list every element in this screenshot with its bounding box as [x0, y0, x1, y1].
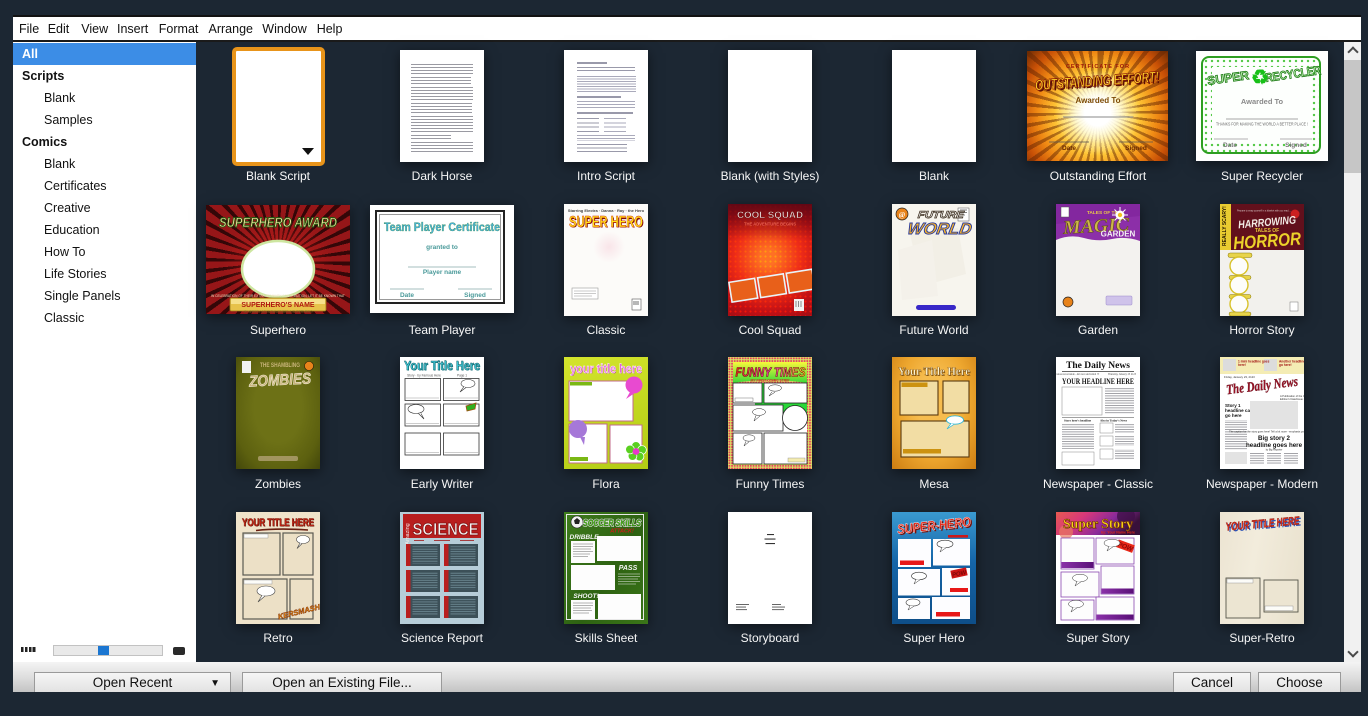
- svg-text:FUNNY TIMES: FUNNY TIMES: [736, 366, 807, 380]
- svg-text:ATTACK!: ATTACK!: [609, 529, 634, 535]
- svg-text:COOL SQUAD: COOL SQUAD: [737, 210, 803, 221]
- svg-text:your title here: your title here: [570, 361, 642, 376]
- svg-text:ZOMBIES: ZOMBIES: [248, 370, 312, 390]
- svg-text:THE SHAMBLING: THE SHAMBLING: [260, 363, 300, 369]
- svg-text:♻: ♻: [1251, 67, 1269, 89]
- svg-text:Big story 2: Big story 2: [1258, 435, 1291, 442]
- svg-text:SUPER HERO: SUPER HERO: [569, 214, 643, 231]
- svg-text:Date: Date: [400, 292, 414, 299]
- svg-text:granted to: granted to: [426, 244, 458, 251]
- svg-text:THE ADVENTURE BEGINS: THE ADVENTURE BEGINS: [744, 222, 796, 227]
- svg-text:Starring Electra · Danna · Ray: Starring Electra · Danna · Ray · the Her…: [568, 208, 645, 213]
- svg-text:@: @: [899, 211, 906, 219]
- svg-text:SHOOT!: SHOOT!: [573, 593, 599, 600]
- svg-text:PASS: PASS: [619, 565, 638, 572]
- svg-text:Super Story: Super Story: [1063, 516, 1133, 531]
- svg-text:Awarded To: Awarded To: [1241, 97, 1284, 106]
- svg-text:SOCCER SKILLS: SOCCER SKILLS: [583, 518, 641, 529]
- svg-text:Page 1: Page 1: [457, 374, 467, 378]
- svg-text:YOUR HEADLINE HERE: YOUR HEADLINE HERE: [1062, 376, 1134, 386]
- svg-text:THANKS FOR MAKING THE WORLD A: THANKS FOR MAKING THE WORLD A BETTER PLA…: [1216, 122, 1308, 127]
- svg-text:Prepare to wrap yourself in a: Prepare to wrap yourself in a blanket wi…: [1237, 209, 1291, 213]
- svg-text:Signed: Signed: [1125, 145, 1147, 152]
- svg-text:RECYCLER: RECYCLER: [1264, 63, 1322, 85]
- svg-text:Signed: Signed: [464, 292, 486, 299]
- svg-text:Signed: Signed: [1285, 142, 1307, 149]
- svg-text:Player name: Player name: [423, 269, 462, 276]
- svg-text:CERTIFICATE FOR: CERTIFICATE FOR: [1066, 64, 1130, 70]
- svg-text:SUPERHERO AWARD: SUPERHERO AWARD: [219, 215, 337, 230]
- svg-text:Story · by Famous Here: Story · by Famous Here: [407, 374, 441, 378]
- svg-text:The Daily News: The Daily News: [1066, 361, 1130, 371]
- svg-text:Story here's headline: Story here's headline: [1064, 419, 1092, 423]
- svg-text:YOUR TITLE HERE: YOUR TITLE HERE: [242, 517, 314, 529]
- svg-text:Your Title Here: Your Title Here: [404, 359, 480, 373]
- svg-text:GARDEN: GARDEN: [1101, 230, 1136, 239]
- svg-text:go here!: go here!: [1279, 363, 1292, 367]
- svg-text:SUPER: SUPER: [1206, 68, 1250, 88]
- svg-text:by: Your Name Here: by: Your Name Here: [1101, 531, 1135, 535]
- svg-text:Amazing: Amazing: [405, 523, 411, 544]
- svg-text:Also in Today's News: Also in Today's News: [1100, 419, 1128, 423]
- svg-text:SUPERHERO'S NAME: SUPERHERO'S NAME: [241, 302, 315, 309]
- svg-text:The caption for the story goes: The caption for the story goes here! Tel…: [1229, 430, 1304, 434]
- svg-text:go here: go here: [1225, 413, 1242, 418]
- svg-text:Friday, January 23, 2123: Friday, January 23, 2123: [1224, 375, 1255, 379]
- svg-text:WORLD: WORLD: [906, 220, 974, 238]
- svg-text:MY FIRST COMIC STRIP: MY FIRST COMIC STRIP: [751, 379, 791, 383]
- svg-text:Your Title Here: Your Title Here: [898, 364, 971, 378]
- svg-text:Team Player Certificate: Team Player Certificate: [384, 222, 500, 234]
- svg-text:REALLY SCARY!: REALLY SCARY!: [1222, 206, 1228, 246]
- svg-text:DRIBBLE: DRIBBLE: [570, 534, 600, 541]
- svg-text:Awarded To: Awarded To: [1075, 96, 1120, 105]
- svg-text:by Big Reporter: by Big Reporter: [1266, 449, 1283, 452]
- svg-text:Date: Date: [1223, 142, 1237, 149]
- svg-text:IN CELEBRATION OF THEIR EXTRAO: IN CELEBRATION OF THEIR EXTRAORDINARY CO…: [211, 294, 345, 298]
- svg-text:here!: here!: [1238, 363, 1246, 367]
- svg-text:IS HEREBY ACKNOWLEDGED A SUPER: IS HEREBY ACKNOWLEDGED A SUPERHERO: [244, 310, 313, 314]
- svg-text:Edition's Date/Issue 100: Edition's Date/Issue 100: [1280, 397, 1304, 401]
- svg-text:Date: Date: [1062, 145, 1076, 152]
- svg-text:SCIENCE: SCIENCE: [413, 519, 479, 539]
